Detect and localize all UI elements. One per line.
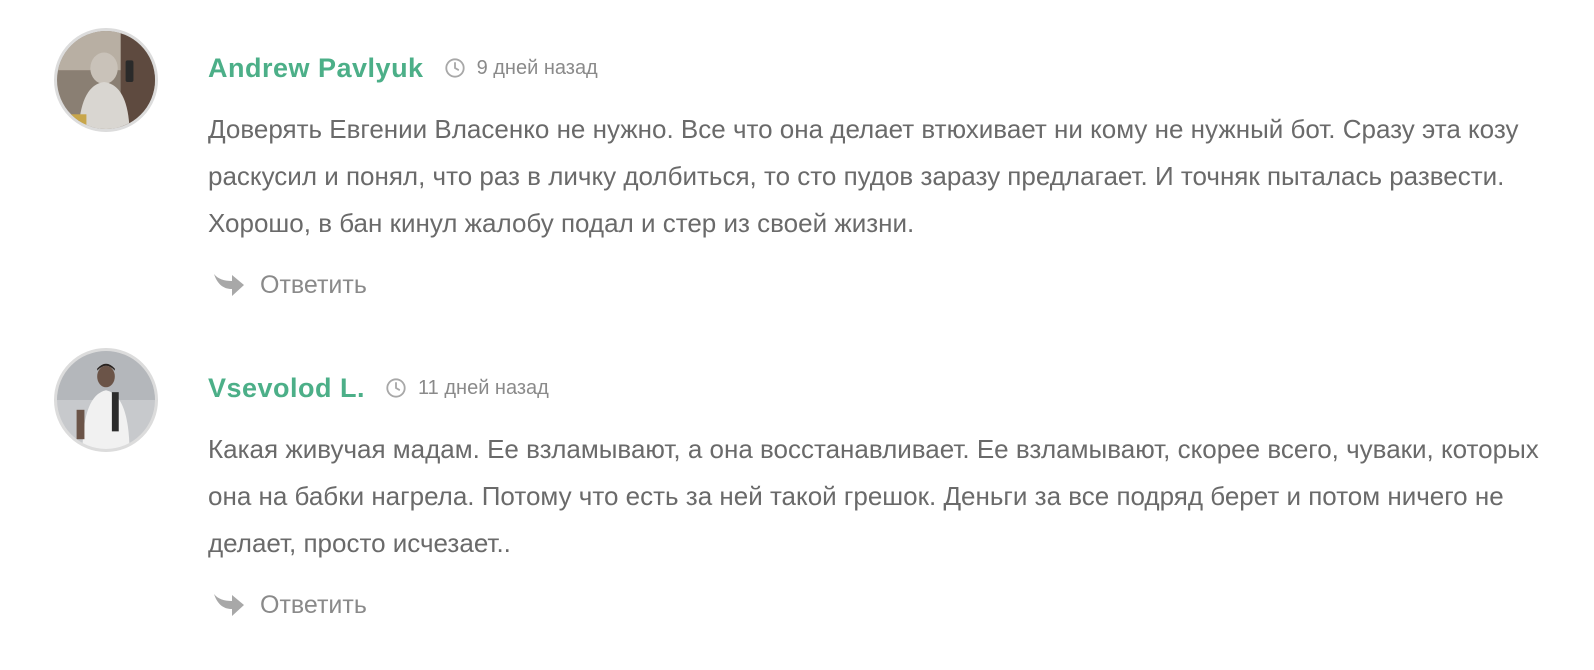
comment-text: Какая живучая мадам. Ее взламывают, а он… xyxy=(208,434,1539,558)
clock-icon xyxy=(444,57,466,79)
comment-author[interactable]: Andrew Pavlyuk xyxy=(208,53,424,84)
comment-meta: Andrew Pavlyuk 9 дней назад xyxy=(208,50,598,86)
avatar[interactable] xyxy=(54,28,158,132)
comment-author[interactable]: Vsevolod L. xyxy=(208,373,365,404)
reply-button[interactable]: Ответить xyxy=(212,588,367,622)
comment-time: 11 дней назад xyxy=(385,377,549,400)
reply-arrow-icon xyxy=(212,590,246,620)
reply-button[interactable]: Ответить xyxy=(212,268,367,302)
reply-label: Ответить xyxy=(260,270,367,299)
comment-meta: Vsevolod L. 11 дней назад xyxy=(208,370,549,406)
clock-icon xyxy=(385,377,407,399)
reply-arrow-icon xyxy=(212,270,246,300)
avatar-photo xyxy=(57,351,155,449)
comments-list: Andrew Pavlyuk 9 дней назад Доверять Евг… xyxy=(0,0,1594,670)
comment-time-label: 9 дней назад xyxy=(476,56,598,79)
comment-text: Доверять Евгении Власенко не нужно. Все … xyxy=(208,114,1519,238)
avatar[interactable] xyxy=(54,348,158,452)
avatar-photo xyxy=(57,31,155,129)
comment-time: 9 дней назад xyxy=(444,57,598,80)
reply-label: Ответить xyxy=(260,590,367,619)
comment-time-label: 11 дней назад xyxy=(418,376,549,399)
